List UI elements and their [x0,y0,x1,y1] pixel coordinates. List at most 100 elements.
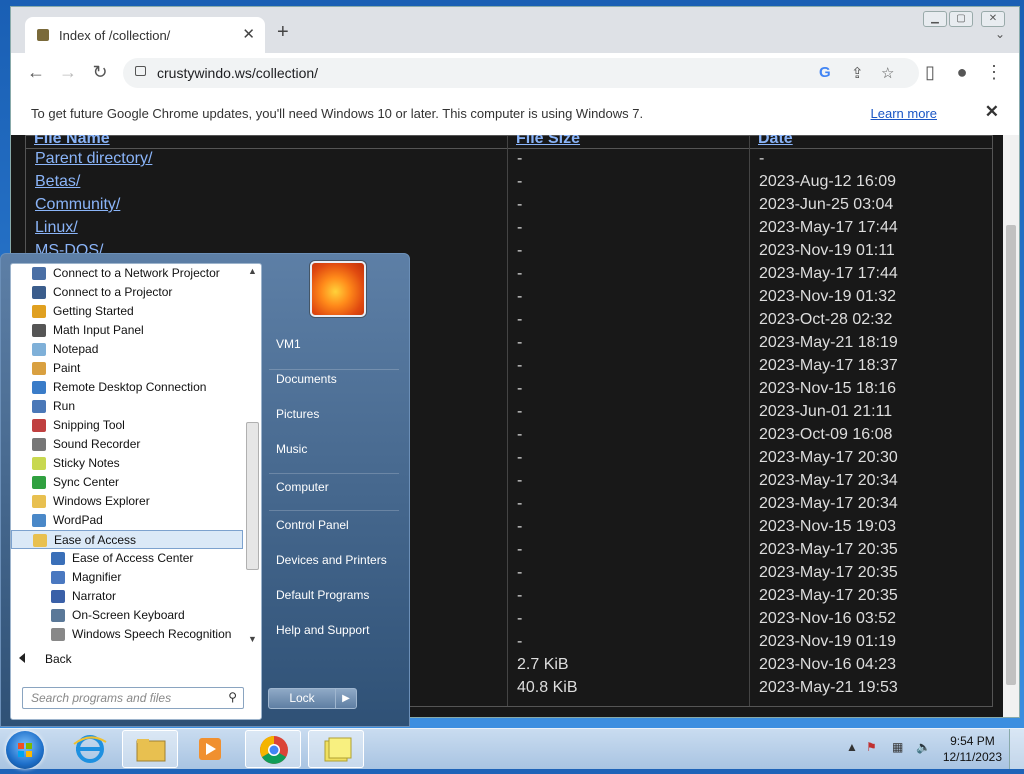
file-size: - [517,610,523,627]
chrome-icon [260,736,288,764]
forward-arrow-icon[interactable]: → [57,62,79,83]
file-name-link[interactable]: Parent directory/ [35,150,152,168]
taskbar-sticky-notes[interactable] [308,730,364,768]
infobar-close-icon[interactable]: ✕ [985,102,999,122]
program-item[interactable]: Paint [11,359,243,378]
folder-icon [32,495,46,508]
file-name-link[interactable]: Betas/ [35,173,80,191]
start-right-link[interactable]: Help and Support [276,623,369,637]
program-item[interactable]: WordPad [11,511,243,530]
start-right-link[interactable]: Default Programs [276,588,369,602]
file-date: 2023-Nov-16 04:23 [759,656,896,673]
close-window-button[interactable]: ✕ [981,11,1005,27]
header-file-size[interactable]: File Size [516,135,580,148]
bookmark-star-icon[interactable]: ☆ [881,64,894,82]
program-item[interactable]: Magnifier [11,568,243,587]
header-file-name[interactable]: File Name [34,135,110,148]
shutdown-options-arrow-icon[interactable]: ▶ [335,688,357,709]
scroll-down-icon[interactable]: ▼ [248,634,257,644]
address-bar[interactable]: crustywindo.ws/collection/ G ⇪ ☆ [123,58,919,88]
taskbar-media-player[interactable] [182,730,238,768]
tab-strip: Index of /collection/ ✕ + ▁ ▢ ✕ ⌄ [11,7,1019,53]
programs-scrollbar[interactable]: ▲ ▼ [245,266,259,646]
google-icon[interactable]: G [819,64,831,81]
reload-icon[interactable]: ↻ [89,62,111,83]
user-picture-avatar[interactable] [310,261,366,317]
action-center-flag-icon[interactable]: ⚑ [866,740,877,754]
file-size: - [517,426,523,443]
learn-more-link[interactable]: Learn more [871,106,937,121]
program-item[interactable]: Ease of Access Center [11,549,243,568]
start-right-link[interactable]: Music [276,442,307,456]
programs-scroll-thumb[interactable] [246,422,259,570]
sticky-notes-icon [32,457,46,470]
start-search-input[interactable]: Search programs and files ⚲ [22,687,244,709]
program-item[interactable]: Sound Recorder [11,435,243,454]
search-icon[interactable]: ⚲ [228,690,237,704]
lock-button[interactable]: Lock [268,688,336,709]
file-size: 40.8 KiB [517,679,578,696]
file-size: - [517,173,523,190]
start-right-link[interactable]: VM1 [276,337,301,351]
taskbar-ie[interactable] [62,730,118,768]
program-item[interactable]: Narrator [11,587,243,606]
page-scrollbar[interactable] [1003,135,1019,717]
program-item[interactable]: Math Input Panel [11,321,243,340]
lock-icon[interactable] [135,66,146,76]
show-hidden-icons-icon[interactable]: ▲ [846,740,858,754]
file-name-link[interactable]: Linux/ [35,219,78,237]
ease-of-access-icon [51,552,65,565]
program-label: Run [53,399,76,413]
program-item[interactable]: Snipping Tool [11,416,243,435]
program-item[interactable]: Windows Speech Recognition [11,625,243,644]
file-date: 2023-May-21 19:53 [759,679,898,696]
volume-icon[interactable]: 🔈 [916,740,931,754]
minimize-button[interactable]: ▁ [923,11,947,27]
share-icon[interactable]: ⇪ [851,64,864,82]
back-button[interactable]: Back [19,652,72,666]
show-desktop-button[interactable] [1009,729,1024,769]
tab-close-icon[interactable]: ✕ [242,25,255,43]
profile-avatar-icon[interactable]: ● [951,62,973,83]
scroll-up-icon[interactable]: ▲ [248,266,257,276]
program-item[interactable]: Sync Center [11,473,243,492]
program-item[interactable]: Getting Started [11,302,243,321]
back-arrow-icon[interactable]: ← [25,62,47,83]
network-icon[interactable]: ▦ [892,740,903,754]
new-tab-button[interactable]: + [277,21,289,44]
start-button[interactable] [6,731,44,769]
program-item[interactable]: Notepad [11,340,243,359]
header-date[interactable]: Date [758,135,793,148]
program-item[interactable]: Ease of Access [11,530,243,549]
program-item[interactable]: Sticky Notes [11,454,243,473]
program-item[interactable]: Connect to a Network Projector [11,264,243,283]
start-right-link[interactable]: Control Panel [276,518,349,532]
side-panel-icon[interactable]: ▯ [919,62,941,83]
clock-date: 12/11/2023 [942,750,1002,764]
program-label: Sound Recorder [53,437,141,451]
tab-search-chevron-icon[interactable]: ⌄ [995,27,1005,41]
program-label: Paint [53,361,81,375]
program-item[interactable]: On-Screen Keyboard [11,606,243,625]
start-right-link[interactable]: Documents [276,372,337,386]
start-right-link[interactable]: Computer [276,480,329,494]
url-text[interactable]: crustywindo.ws/collection/ [157,65,318,81]
system-clock[interactable]: 9:54 PM 12/11/2023 [943,733,1002,765]
file-date: 2023-May-17 20:35 [759,541,898,558]
program-item[interactable]: Remote Desktop Connection [11,378,243,397]
scrollbar-thumb[interactable] [1006,225,1016,685]
tab-collection[interactable]: Index of /collection/ ✕ [25,17,265,53]
program-item[interactable]: Run [11,397,243,416]
maximize-button[interactable]: ▢ [949,11,973,27]
taskbar-explorer[interactable] [122,730,178,768]
narrator-icon [51,590,65,603]
taskbar-chrome[interactable] [245,730,301,768]
start-right-link[interactable]: Pictures [276,407,319,421]
file-date: 2023-May-17 20:34 [759,495,898,512]
program-item[interactable]: Connect to a Projector [11,283,243,302]
menu-kebab-icon[interactable]: ⋮ [983,62,1005,83]
file-date: 2023-May-21 18:19 [759,334,898,351]
program-item[interactable]: Windows Explorer [11,492,243,511]
start-right-link[interactable]: Devices and Printers [276,553,387,567]
file-name-link[interactable]: Community/ [35,196,120,214]
